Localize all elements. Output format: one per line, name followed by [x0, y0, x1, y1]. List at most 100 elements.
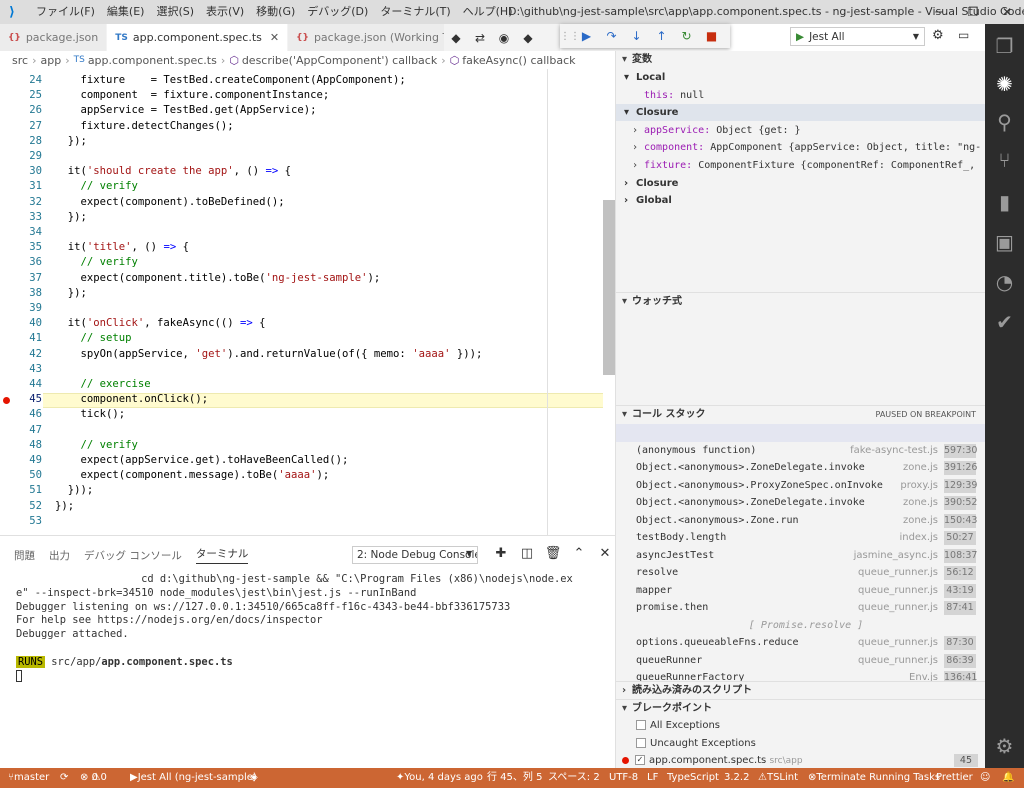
code-line[interactable]: // setup — [55, 331, 132, 346]
code-line[interactable]: }); — [55, 210, 87, 225]
compare-icon[interactable]: ◆ — [444, 31, 468, 45]
stack-frame[interactable]: options.queueableFns.reduce queue_runner.… — [636, 634, 976, 652]
search-icon[interactable]: ⚲ — [985, 110, 1024, 134]
terminal-output[interactable]: cd d:\github\ng-jest-sample && "C:\Progr… — [0, 573, 615, 768]
terminate-tasks-item[interactable]: ⊗ Terminate Running Tasks — [808, 768, 940, 788]
code-line[interactable]: expect(component).toBeDefined(); — [55, 195, 285, 210]
checkbox[interactable] — [636, 720, 646, 730]
cursor-position[interactable]: 行 45、列 5 — [487, 768, 542, 788]
bookmark-icon[interactable]: ▮ — [985, 190, 1024, 214]
bp-file-entry[interactable]: ✓ app.component.spec.ts src\app 45 — [622, 752, 982, 769]
menu-terminal[interactable]: ターミナル(T) — [374, 0, 456, 24]
step-into-icon[interactable]: ↓ — [624, 29, 649, 43]
smiley-icon[interactable]: ☺ — [980, 768, 990, 788]
watch-header[interactable]: ▾ ウォッチ式 — [616, 292, 986, 309]
chevron-down-icon[interactable]: ▼ — [466, 549, 472, 558]
breakpoints-header[interactable]: ▾ ブレークポイント — [616, 699, 986, 716]
debug-config-select[interactable]: Jest All — [809, 31, 845, 43]
menu-file[interactable]: ファイル(F) — [30, 0, 101, 24]
stack-frame[interactable]: Object.<anonymous>.ProxyZoneSpec.onInvok… — [636, 477, 977, 495]
source-control-icon[interactable]: ⑂ — [985, 148, 1024, 172]
code-line[interactable]: fixture = TestBed.createComponent(AppCom… — [55, 73, 406, 88]
gear-icon[interactable]: ⚙ — [932, 28, 944, 43]
stack-frame[interactable]: mapper queue_runner.js 43:19 — [636, 582, 976, 600]
checkmark-icon[interactable]: ✔ — [985, 310, 1024, 334]
code-line[interactable]: }); — [55, 499, 74, 514]
panel-divider[interactable] — [0, 535, 615, 536]
code-line[interactable]: // verify — [55, 255, 138, 270]
code-line[interactable]: fixture.detectChanges(); — [55, 119, 234, 134]
breadcrumb-app[interactable]: app — [40, 54, 61, 67]
var-appservice[interactable]: › appService: Object {get: } — [632, 122, 982, 139]
code-line[interactable]: expect(appService.get).toHaveBeenCalled(… — [55, 453, 349, 468]
settings-gear-icon[interactable]: ⚙ — [985, 734, 1024, 758]
menu-debug[interactable]: デバッグ(D) — [301, 0, 374, 24]
chevron-down-icon[interactable]: ▼ — [913, 32, 919, 41]
problems-item[interactable]: ⊗ 0 ⚠ 0 — [80, 768, 107, 788]
trash-icon[interactable]: 🗑 — [540, 546, 566, 561]
close-tab-icon[interactable]: ✕ — [270, 31, 279, 44]
toggle-changes-icon[interactable]: ◉ — [492, 31, 516, 45]
var-component[interactable]: › component: AppComponent {appService: Ob… — [632, 139, 982, 156]
breadcrumb-file[interactable]: app.component.spec.ts — [88, 54, 217, 67]
minimize-icon[interactable]: ─ — [922, 0, 956, 24]
extensions-icon[interactable]: ▣ — [985, 230, 1024, 254]
language-mode[interactable]: TypeScript — [667, 768, 719, 788]
debug-icon[interactable]: ✺ — [985, 72, 1024, 96]
indentation[interactable]: スペース: 2 — [548, 768, 600, 788]
restore-icon[interactable]: ❐ — [956, 0, 990, 24]
maximize-panel-icon[interactable]: ⌃ — [566, 546, 592, 561]
stack-frame[interactable]: Object.<anonymous>.Zone.run zone.js 150:43 — [636, 512, 977, 530]
code-line[interactable]: component.onClick(); — [55, 392, 209, 407]
tab-output[interactable]: 出力 — [49, 548, 70, 563]
menu-view[interactable]: 表示(V) — [200, 0, 250, 24]
code-line[interactable]: // verify — [55, 438, 138, 453]
code-line[interactable]: expect(component.title).toBe('ng-jest-sa… — [55, 271, 381, 286]
code-line[interactable]: expect(component.message).toBe('aaaa'); — [55, 468, 330, 483]
sync-icon[interactable]: ⟳ — [60, 768, 68, 788]
menu-go[interactable]: 移動(G) — [250, 0, 301, 24]
tab-app-component-spec[interactable]: TS app.component.spec.ts ✕ — [107, 24, 289, 51]
start-debug-icon[interactable]: ▶ — [796, 31, 804, 43]
code-line[interactable]: // exercise — [55, 377, 151, 392]
code-editor[interactable]: 24 fixture = TestBed.createComponent(App… — [0, 69, 615, 535]
ts-version[interactable]: 3.2.2 — [724, 768, 749, 788]
code-line[interactable]: })); — [55, 483, 94, 498]
breadcrumb-describe[interactable]: describe('AppComponent') callback — [242, 54, 437, 67]
stack-frame[interactable]: (anonymous function) fake-async-test.js 59… — [636, 442, 977, 460]
split-editor-icon[interactable]: ⇄ — [468, 31, 492, 45]
stack-frame[interactable]: resolve queue_runner.js 56:12 — [636, 564, 976, 582]
code-line[interactable]: it('onClick', fakeAsync(() => { — [55, 316, 266, 331]
jest-status-icon[interactable]: ◈ — [250, 768, 258, 788]
var-fixture[interactable]: › fixture: ComponentFixture {componentRef… — [632, 157, 982, 174]
drag-handle-icon[interactable]: ⋮⋮ — [560, 31, 580, 42]
code-line[interactable]: it('title', () => { — [55, 240, 189, 255]
code-line[interactable]: appService = TestBed.get(AppService); — [55, 103, 317, 118]
stack-frame[interactable]: testBody.length index.js 50:27 — [636, 529, 976, 547]
eol[interactable]: LF — [647, 768, 658, 788]
stack-frame[interactable]: asyncJestTest jasmine_async.js 108:37 — [636, 547, 977, 565]
step-over-icon[interactable]: ↷ — [599, 29, 624, 43]
breadcrumb-fakeasync[interactable]: fakeAsync() callback — [462, 54, 575, 67]
stop-icon[interactable]: ■ — [699, 29, 724, 43]
stack-frame[interactable]: Object.<anonymous>.ZoneDelegate.invoke zo… — [636, 494, 977, 512]
tslint-item[interactable]: ⚠ TSLint — [758, 768, 798, 788]
prettier-item[interactable]: Prettier — [936, 768, 973, 788]
step-out-icon[interactable]: ↑ — [649, 29, 674, 43]
stack-frame[interactable]: promise.then queue_runner.js 87:41 — [636, 599, 976, 617]
breadcrumb-src[interactable]: src — [12, 54, 28, 67]
scope-local[interactable]: ▾ Local — [624, 69, 665, 86]
tab-terminal[interactable]: ターミナル — [195, 546, 249, 564]
menu-selection[interactable]: 選択(S) — [150, 0, 200, 24]
bp-uncaught-exceptions[interactable]: Uncaught Exceptions — [636, 735, 756, 752]
tab-problems[interactable]: 問題 — [14, 548, 35, 563]
tab-package-json[interactable]: {} package.json — [0, 24, 108, 51]
git-icon[interactable]: ◆ — [516, 31, 540, 45]
scope-global[interactable]: › Global — [624, 192, 672, 209]
tab-debug-console[interactable]: デバッグ コンソール — [84, 548, 182, 563]
jest-item[interactable]: ▶ Jest All (ng-jest-sample) — [130, 768, 257, 788]
checkbox-checked[interactable]: ✓ — [635, 755, 645, 765]
debug-console-toggle-icon[interactable]: ▭ — [958, 28, 969, 42]
loaded-scripts-header[interactable]: › 読み込み済みのスクリプト — [616, 681, 986, 698]
split-terminal-icon[interactable]: ◫ — [514, 546, 540, 561]
